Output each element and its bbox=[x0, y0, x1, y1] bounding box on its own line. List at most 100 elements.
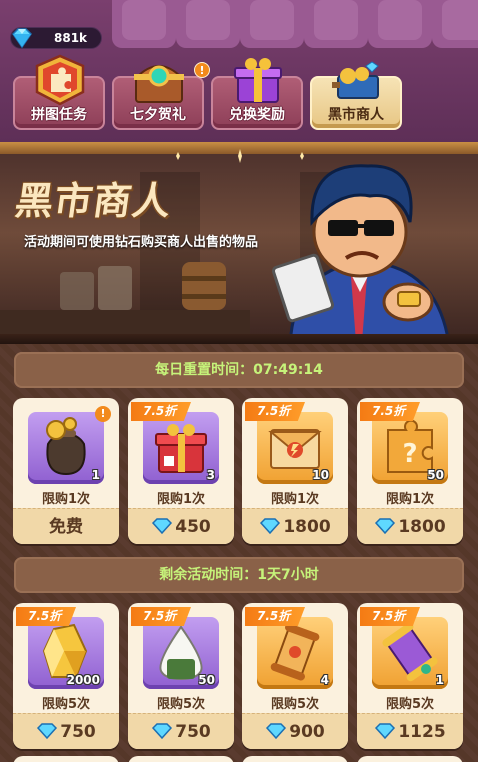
purple-scroll-icon bbox=[382, 622, 438, 682]
event-time-label: 剩余活动时间：1天7小时 bbox=[159, 567, 319, 583]
item-price-button[interactable]: 1125 bbox=[357, 713, 463, 749]
tab-label: 拼图任务 bbox=[31, 107, 87, 123]
item-image: 3 bbox=[143, 412, 219, 484]
item-price-button[interactable]: 450 bbox=[128, 508, 234, 544]
item-quantity: 10 bbox=[312, 468, 329, 482]
item-price-button[interactable]: 1800 bbox=[357, 508, 463, 544]
discount-tag: 7.5折 bbox=[360, 607, 420, 626]
banner-title: 黑市商人 bbox=[12, 179, 175, 223]
item-image: 1 bbox=[28, 412, 104, 484]
banner-bottom-trim bbox=[0, 334, 478, 344]
item-purchase-limit: 限购5次 bbox=[270, 697, 320, 712]
diamond-icon bbox=[12, 28, 32, 49]
shop-item-purple-scroll[interactable]: 1 7.5折 限购5次 1125 bbox=[357, 603, 463, 749]
merchant-cart-icon bbox=[332, 61, 379, 99]
item-price: 1800 bbox=[283, 517, 331, 537]
top-header: 881k 拼图任务 ! 七夕贺礼 兑换奖励 黑市商人 bbox=[0, 0, 478, 142]
discount-tag: 7.5折 bbox=[16, 607, 76, 626]
item-image: 10 bbox=[257, 412, 333, 484]
svg-text:?: ? bbox=[402, 439, 417, 469]
item-price-button[interactable]: 750 bbox=[128, 713, 234, 749]
item-purchase-limit: 限购5次 bbox=[385, 697, 435, 712]
item-price: 1800 bbox=[398, 517, 446, 537]
scroll-icon bbox=[270, 623, 320, 681]
item-price: 900 bbox=[289, 722, 325, 742]
tab-exchange-reward[interactable]: 兑换奖励 bbox=[211, 58, 303, 130]
next-row-card-peek bbox=[128, 756, 234, 762]
discount-tag: 7.5折 bbox=[245, 402, 305, 421]
item-image: 50 bbox=[143, 617, 219, 689]
treasure-chest-icon bbox=[133, 65, 185, 103]
item-price: 450 bbox=[175, 517, 211, 537]
item-price-button[interactable]: 免费 bbox=[13, 508, 119, 544]
shop-item-envelope[interactable]: 10 7.5折 限购1次 1800 bbox=[242, 398, 348, 544]
diamond-icon bbox=[375, 723, 396, 740]
item-image: 4 bbox=[257, 617, 333, 689]
item-quantity: 50 bbox=[198, 673, 215, 687]
item-price-button[interactable]: 900 bbox=[242, 713, 348, 749]
shop-item-scroll[interactable]: 4 7.5折 限购5次 900 bbox=[242, 603, 348, 749]
header-decoration bbox=[368, 0, 432, 48]
header-decoration bbox=[240, 0, 304, 48]
diamond-icon bbox=[375, 518, 396, 535]
item-price: 1125 bbox=[398, 722, 446, 742]
tab-qixi-gift[interactable]: ! 七夕贺礼 bbox=[112, 62, 210, 130]
event-time-bar: 剩余活动时间：1天7小时 bbox=[14, 557, 464, 593]
item-quantity: 50 bbox=[427, 468, 444, 482]
diamond-amount: 881k bbox=[54, 31, 88, 45]
red-gift-box-icon bbox=[155, 424, 207, 473]
tab-bar: 拼图任务 ! 七夕贺礼 兑换奖励 黑市商人 bbox=[0, 54, 478, 134]
diamond-icon bbox=[152, 723, 173, 740]
tab-label: 兑换奖励 bbox=[229, 107, 285, 123]
item-price-button[interactable]: 750 bbox=[13, 713, 119, 749]
item-purchase-limit: 限购1次 bbox=[41, 492, 91, 507]
tab-label: 七夕贺礼 bbox=[130, 107, 186, 123]
item-image: 2000 bbox=[28, 617, 104, 689]
next-row-card-peek bbox=[242, 756, 348, 762]
item-quantity: 2000 bbox=[66, 673, 100, 687]
item-quantity: 1 bbox=[435, 673, 444, 687]
diamond-icon bbox=[152, 518, 173, 535]
item-image: 1 bbox=[372, 617, 448, 689]
daily-reset-label: 每日重置时间：07:49:14 bbox=[155, 362, 323, 378]
diamond-icon bbox=[260, 518, 281, 535]
next-row-card-peek bbox=[357, 756, 463, 762]
gift-box-icon bbox=[234, 58, 282, 103]
discount-tag: 7.5折 bbox=[360, 402, 420, 421]
item-purchase-limit: 限购1次 bbox=[270, 492, 320, 507]
item-price: 750 bbox=[175, 722, 211, 742]
diamond-icon bbox=[37, 723, 58, 740]
discount-tag: 7.5折 bbox=[245, 607, 305, 626]
coin-bag-icon bbox=[46, 417, 86, 476]
shop-item-gold-crystal[interactable]: 2000 7.5折 限购5次 750 bbox=[13, 603, 119, 749]
header-decoration bbox=[304, 0, 368, 48]
item-quantity: 1 bbox=[91, 468, 100, 482]
item-price: 免费 bbox=[49, 517, 83, 537]
daily-reset-bar: 每日重置时间：07:49:14 bbox=[14, 352, 464, 388]
shop-item-red-gift-box[interactable]: 3 7.5折 限购1次 450 bbox=[128, 398, 234, 544]
shop-item-coin-bag[interactable]: 1 ! 限购1次 免费 bbox=[13, 398, 119, 544]
shop-item-mystery-puzzle[interactable]: ? 50 7.5折 限购1次 1800 bbox=[357, 398, 463, 544]
header-decoration bbox=[432, 0, 478, 48]
item-purchase-limit: 限购1次 bbox=[156, 492, 206, 507]
shop-panel: 每日重置时间：07:49:14 1 ! 限购1次 免费 3 7.5折 限购1次 … bbox=[0, 344, 478, 762]
diamond-balance[interactable]: 881k bbox=[10, 27, 102, 49]
tab-alert-badge: ! bbox=[194, 62, 210, 78]
next-row-card-peek bbox=[13, 756, 119, 762]
tab-black-market[interactable]: 黑市商人 bbox=[310, 61, 402, 130]
item-purchase-limit: 限购1次 bbox=[385, 492, 435, 507]
tab-puzzle-task[interactable]: 拼图任务 bbox=[13, 54, 105, 130]
discount-tag: 7.5折 bbox=[131, 402, 191, 421]
item-price-button[interactable]: 1800 bbox=[242, 508, 348, 544]
item-quantity: 4 bbox=[320, 673, 329, 687]
merchant-character bbox=[272, 164, 451, 344]
black-market-banner: 黑市商人 活动期间可使用钻石购买商人出售的物品 bbox=[0, 142, 478, 344]
item-quantity: 3 bbox=[206, 468, 215, 482]
header-decoration bbox=[176, 0, 240, 48]
item-purchase-limit: 限购5次 bbox=[156, 697, 206, 712]
item-purchase-limit: 限购5次 bbox=[41, 697, 91, 712]
shop-item-rice-ball[interactable]: 50 7.5折 限购5次 750 bbox=[128, 603, 234, 749]
puzzle-icon bbox=[35, 54, 85, 106]
item-price: 750 bbox=[60, 722, 96, 742]
header-decoration bbox=[112, 0, 176, 48]
